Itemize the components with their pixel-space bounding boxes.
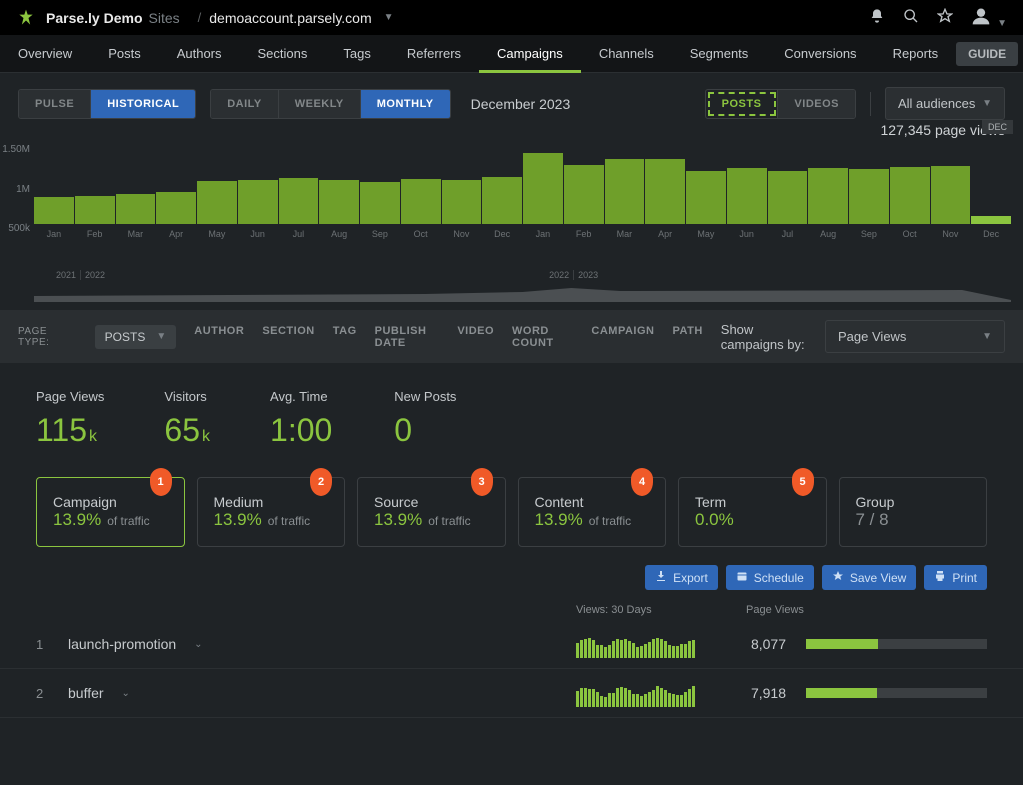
tab-reports[interactable]: Reports	[875, 35, 957, 73]
print-icon	[934, 570, 946, 585]
seg-mode-historical[interactable]: HISTORICAL	[91, 90, 195, 118]
granularity-toggle: DAILYWEEKLYMONTHLY	[210, 89, 450, 119]
star-icon	[832, 570, 844, 585]
tab-authors[interactable]: Authors	[159, 35, 240, 73]
tab-sections[interactable]: Sections	[240, 35, 326, 73]
pageviews-bar	[806, 639, 987, 649]
tab-segments[interactable]: Segments	[672, 35, 767, 73]
utm-cards: 1Campaign13.9%of traffic2Medium13.9%of t…	[0, 459, 1023, 565]
stat-avg--time: Avg. Time1:00	[270, 389, 334, 449]
stat-page-views: Page Views115k	[36, 389, 104, 449]
calendar-icon	[736, 570, 748, 585]
account-selector[interactable]: demoaccount.parsely.com	[209, 10, 371, 26]
card-campaign[interactable]: 1Campaign13.9%of traffic	[36, 477, 185, 547]
bell-icon[interactable]	[869, 8, 885, 27]
show-by-dropdown[interactable]: Page Views▼	[825, 320, 1005, 353]
user-menu[interactable]: ▼	[971, 6, 1007, 29]
table-row[interactable]: 2buffer⌄7,918	[0, 669, 1023, 718]
tab-tags[interactable]: Tags	[325, 35, 388, 73]
schedule-button[interactable]: Schedule	[726, 565, 814, 590]
pagetype-label: PAGE TYPE:	[18, 326, 77, 348]
tab-conversions[interactable]: Conversions	[766, 35, 874, 73]
seg-mode-pulse[interactable]: PULSE	[19, 90, 91, 118]
show-by-label: Show campaigns by:	[721, 322, 817, 352]
breadcrumb-sep: /	[198, 10, 202, 25]
period-badge: DEC	[982, 120, 1013, 134]
guide-button[interactable]: GUIDE	[956, 42, 1018, 66]
card-source[interactable]: 3Source13.9%of traffic	[357, 477, 506, 547]
table-row[interactable]: 1launch-promotion⌄8,077	[0, 620, 1023, 669]
card-medium[interactable]: 2Medium13.9%of traffic	[197, 477, 346, 547]
audience-dropdown[interactable]: All audiences▼	[885, 87, 1005, 120]
filter-path[interactable]: PATH	[672, 325, 702, 349]
logo-icon	[16, 8, 36, 28]
filter-section[interactable]: SECTION	[262, 325, 314, 349]
tab-referrers[interactable]: Referrers	[389, 35, 479, 73]
filter-campaign[interactable]: CAMPAIGN	[591, 325, 654, 349]
date-label[interactable]: December 2023	[471, 96, 571, 112]
export-button[interactable]: Export	[645, 565, 718, 590]
filter-word-count[interactable]: WORD COUNT	[512, 325, 573, 349]
download-icon	[655, 570, 667, 585]
mode-toggle: PULSEHISTORICAL	[18, 89, 196, 119]
action-buttons: Export Schedule Save View Print	[0, 565, 1023, 600]
chevron-down-icon: ▼	[384, 12, 394, 23]
topbar: Parse.ly Demo Sites / demoaccount.parsel…	[0, 0, 1023, 35]
summary-stats: Page Views115k Visitors65k Avg. Time1:00 Ne…	[0, 363, 1023, 459]
save-view-button[interactable]: Save View	[822, 565, 916, 590]
seg-grain-weekly[interactable]: WEEKLY	[279, 90, 361, 118]
star-icon[interactable]	[937, 8, 953, 27]
chevron-down-icon: ⌄	[194, 639, 202, 650]
seg-content-posts[interactable]: POSTS	[706, 90, 779, 118]
filter-tag[interactable]: TAG	[333, 325, 357, 349]
card-content[interactable]: 4Content13.9%of traffic	[518, 477, 667, 547]
list-header: Views: 30 Days Page Views	[0, 600, 1023, 620]
stat-new-posts: New Posts0	[394, 389, 456, 449]
separator	[870, 92, 871, 116]
total-pageviews: 127,345 page views	[0, 122, 1023, 138]
seg-grain-daily[interactable]: DAILY	[211, 90, 279, 118]
chevron-down-icon: ⌄	[122, 688, 130, 699]
sparkline	[576, 679, 716, 707]
seg-grain-monthly[interactable]: MONTHLY	[361, 90, 450, 118]
tab-overview[interactable]: Overview	[0, 35, 90, 73]
card-group[interactable]: Group7 / 8	[839, 477, 988, 547]
filter-bar: PAGE TYPE: POSTS▼ AUTHOR SECTION TAG PUBLIS…	[0, 310, 1023, 363]
filter-author[interactable]: AUTHOR	[194, 325, 244, 349]
print-button[interactable]: Print	[924, 565, 987, 590]
pageviews-bar	[806, 688, 987, 698]
sites-label[interactable]: Sites	[149, 10, 180, 26]
tab-posts[interactable]: Posts	[90, 35, 159, 73]
timeline-slider[interactable]: 2021 2022 2022 2023	[34, 270, 1011, 302]
card-term[interactable]: 5Term0.0%	[678, 477, 827, 547]
controls-bar: PULSEHISTORICAL DAILYWEEKLYMONTHLY Decem…	[0, 73, 1023, 124]
main-chart[interactable]: DEC 1.50M1M500k JanFebMarAprMayJunJulAug…	[34, 144, 1011, 264]
main-nav: OverviewPostsAuthorsSectionsTagsReferrer…	[0, 35, 1023, 73]
stat-visitors: Visitors65k	[164, 389, 210, 449]
pagetype-chip[interactable]: POSTS▼	[95, 325, 177, 349]
filter-publish-date[interactable]: PUBLISH DATE	[375, 325, 440, 349]
content-type-toggle: POSTSVIDEOS	[705, 89, 856, 119]
seg-content-videos[interactable]: VIDEOS	[778, 90, 855, 118]
search-icon[interactable]	[903, 8, 919, 27]
sparkline	[576, 630, 716, 658]
tab-campaigns[interactable]: Campaigns	[479, 35, 581, 73]
brand: Parse.ly Demo	[46, 10, 143, 26]
filter-video[interactable]: VIDEO	[457, 325, 494, 349]
tab-channels[interactable]: Channels	[581, 35, 672, 73]
